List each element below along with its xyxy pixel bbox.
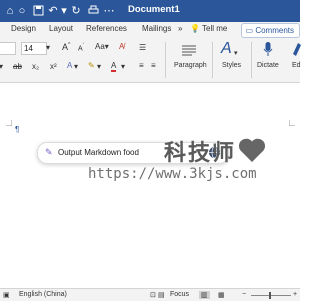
web-layout-icon[interactable]: ▦ xyxy=(218,291,225,299)
tab-mailings[interactable]: Mailings xyxy=(142,24,171,33)
styles-label: Styles xyxy=(222,62,242,69)
ribbon-separator xyxy=(251,42,252,78)
clear-formatting-icon[interactable]: A̸ xyxy=(119,42,124,51)
margin-corner-mark xyxy=(6,120,12,126)
superscript-button[interactable]: x² xyxy=(50,62,57,71)
watermark-url: https://www.3kjs.com xyxy=(88,166,257,182)
bullets-icon[interactable]: ☰ xyxy=(139,43,146,52)
text-effects-icon[interactable]: A xyxy=(67,61,72,70)
font-color-dropdown-icon[interactable]: ▾ xyxy=(121,62,125,71)
comment-icon: ▭ xyxy=(245,26,254,35)
heart-icon xyxy=(238,137,266,168)
proofing-icon[interactable]: ▣ xyxy=(3,291,10,299)
home-icon[interactable]: ⌂ xyxy=(4,5,16,17)
paragraph-label: Paragraph xyxy=(174,62,207,69)
comments-button[interactable]: ▭ Comments xyxy=(240,23,300,38)
print-layout-icon[interactable]: ▥ xyxy=(199,291,210,299)
ribbon-separator xyxy=(165,42,166,78)
prompt-text[interactable]: Output Markdown food xyxy=(58,148,139,157)
font-size-dropdown-icon[interactable]: ▾ xyxy=(46,43,50,52)
dictate-label: Dictate xyxy=(257,62,279,69)
change-case-button[interactable]: Aa▾ xyxy=(95,42,109,51)
highlight-icon[interactable]: ✎ xyxy=(88,61,95,70)
margin-corner-mark xyxy=(289,120,295,126)
text-effects-dropdown-icon[interactable]: ▾ xyxy=(74,62,78,71)
grow-font-button[interactable]: A^ xyxy=(62,42,70,52)
print-icon[interactable] xyxy=(87,5,99,17)
ribbon-tabs: Design Layout References Mailings » 💡 Te… xyxy=(0,22,300,38)
focus-button[interactable]: Focus xyxy=(170,291,189,298)
subscript-button[interactable]: x₂ xyxy=(32,62,39,71)
tab-design[interactable]: Design xyxy=(11,24,36,33)
font-size-value: 14 xyxy=(24,44,33,53)
autosave-icon[interactable]: ○ xyxy=(16,5,28,17)
zoom-slider[interactable] xyxy=(251,295,291,296)
tell-me-field[interactable]: Tell me xyxy=(202,24,227,33)
lightbulb-icon: 💡 xyxy=(190,24,200,33)
styles-dropdown-icon[interactable]: ▾ xyxy=(234,49,238,57)
ribbon: 14 ▾ A^ Aˇ Aa▾ A̸ ▾ ab x₂ x² A ▾ ✎ ▾ A ▾… xyxy=(0,38,302,83)
editor-icon[interactable] xyxy=(292,41,302,62)
paragraph-icon[interactable] xyxy=(181,44,197,63)
paragraph-mark: ¶ xyxy=(15,125,20,134)
more-icon[interactable]: ⋯ xyxy=(103,5,115,17)
font-size-field[interactable]: 14 xyxy=(21,42,47,55)
shrink-font-button[interactable]: Aˇ xyxy=(78,43,84,52)
underline-dropdown-icon[interactable]: ▾ xyxy=(0,62,3,71)
zoom-slider-thumb[interactable] xyxy=(269,292,271,299)
zoom-out-icon[interactable]: − xyxy=(242,291,246,298)
strikethrough-button[interactable]: ab xyxy=(13,62,22,71)
ribbon-separator xyxy=(212,42,213,78)
title-bar: ⌂ ○ ↶ ▾ ↻ ⋯ Document1 xyxy=(0,0,300,22)
language-status[interactable]: English (China) xyxy=(19,291,67,298)
align-left-icon[interactable]: ≡ xyxy=(139,61,144,70)
pen-sparkle-icon: ✎ xyxy=(45,147,53,157)
focus-icon[interactable]: ▤ xyxy=(158,291,165,299)
more-tabs-button[interactable]: » xyxy=(178,24,182,33)
document-title: Document1 xyxy=(128,4,180,15)
status-bar: ▣ English (China) ⊡ ▤ Focus ▥ ▦ − + xyxy=(0,288,300,301)
save-icon[interactable] xyxy=(32,5,44,17)
align-center-icon[interactable]: ≡ xyxy=(151,61,156,70)
tab-references[interactable]: References xyxy=(86,24,127,33)
font-name-field[interactable] xyxy=(0,42,16,55)
watermark-text: 科技师 xyxy=(164,141,237,166)
highlight-dropdown-icon[interactable]: ▾ xyxy=(97,62,101,71)
styles-icon[interactable]: A xyxy=(221,40,232,58)
undo-dropdown-icon[interactable]: ▾ xyxy=(58,5,70,17)
microphone-icon[interactable] xyxy=(263,41,273,62)
font-color-icon[interactable]: A xyxy=(111,61,117,72)
tab-layout[interactable]: Layout xyxy=(49,24,73,33)
accessibility-icon[interactable]: ⊡ xyxy=(150,291,156,299)
editor-label[interactable]: Ed xyxy=(292,62,301,69)
zoom-in-icon[interactable]: + xyxy=(293,291,297,298)
redo-icon[interactable]: ↻ xyxy=(70,5,82,17)
comments-label: Comments xyxy=(255,26,294,35)
